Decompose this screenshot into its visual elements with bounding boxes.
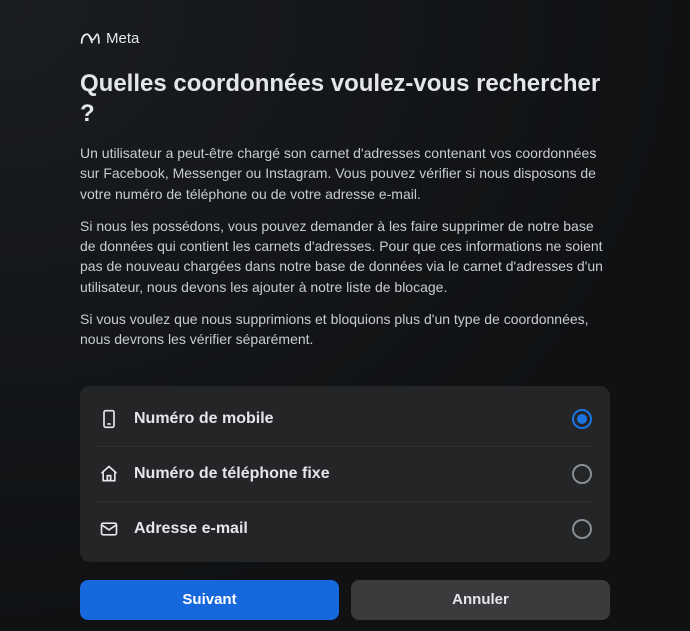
option-landline[interactable]: Numéro de téléphone fixe — [80, 447, 610, 501]
brand: Meta — [80, 30, 610, 47]
cancel-button[interactable]: Annuler — [351, 580, 610, 620]
intro-paragraph-2: Si nous les possédons, vous pouvez deman… — [80, 216, 610, 297]
mobile-icon — [98, 408, 120, 430]
option-label: Numéro de mobile — [134, 410, 558, 428]
option-email[interactable]: Adresse e-mail — [80, 502, 610, 556]
radio-mobile[interactable] — [572, 409, 592, 429]
option-label: Adresse e-mail — [134, 520, 558, 538]
option-label: Numéro de téléphone fixe — [134, 465, 558, 483]
mail-icon — [98, 518, 120, 540]
meta-logo-icon — [80, 32, 100, 45]
options-panel: Numéro de mobile Numéro de téléphone fix… — [80, 386, 610, 562]
next-button[interactable]: Suivant — [80, 580, 339, 620]
brand-name: Meta — [106, 30, 139, 47]
home-icon — [98, 463, 120, 485]
intro-paragraph-1: Un utilisateur a peut-être chargé son ca… — [80, 143, 610, 204]
page-title: Quelles coordonnées voulez-vous recherch… — [80, 69, 610, 129]
intro-paragraph-3: Si vous voulez que nous supprimions et b… — [80, 309, 610, 350]
page-container: Meta Quelles coordonnées voulez-vous rec… — [0, 0, 690, 631]
button-row: Suivant Annuler — [80, 580, 610, 620]
radio-landline[interactable] — [572, 464, 592, 484]
radio-email[interactable] — [572, 519, 592, 539]
option-mobile[interactable]: Numéro de mobile — [80, 392, 610, 446]
